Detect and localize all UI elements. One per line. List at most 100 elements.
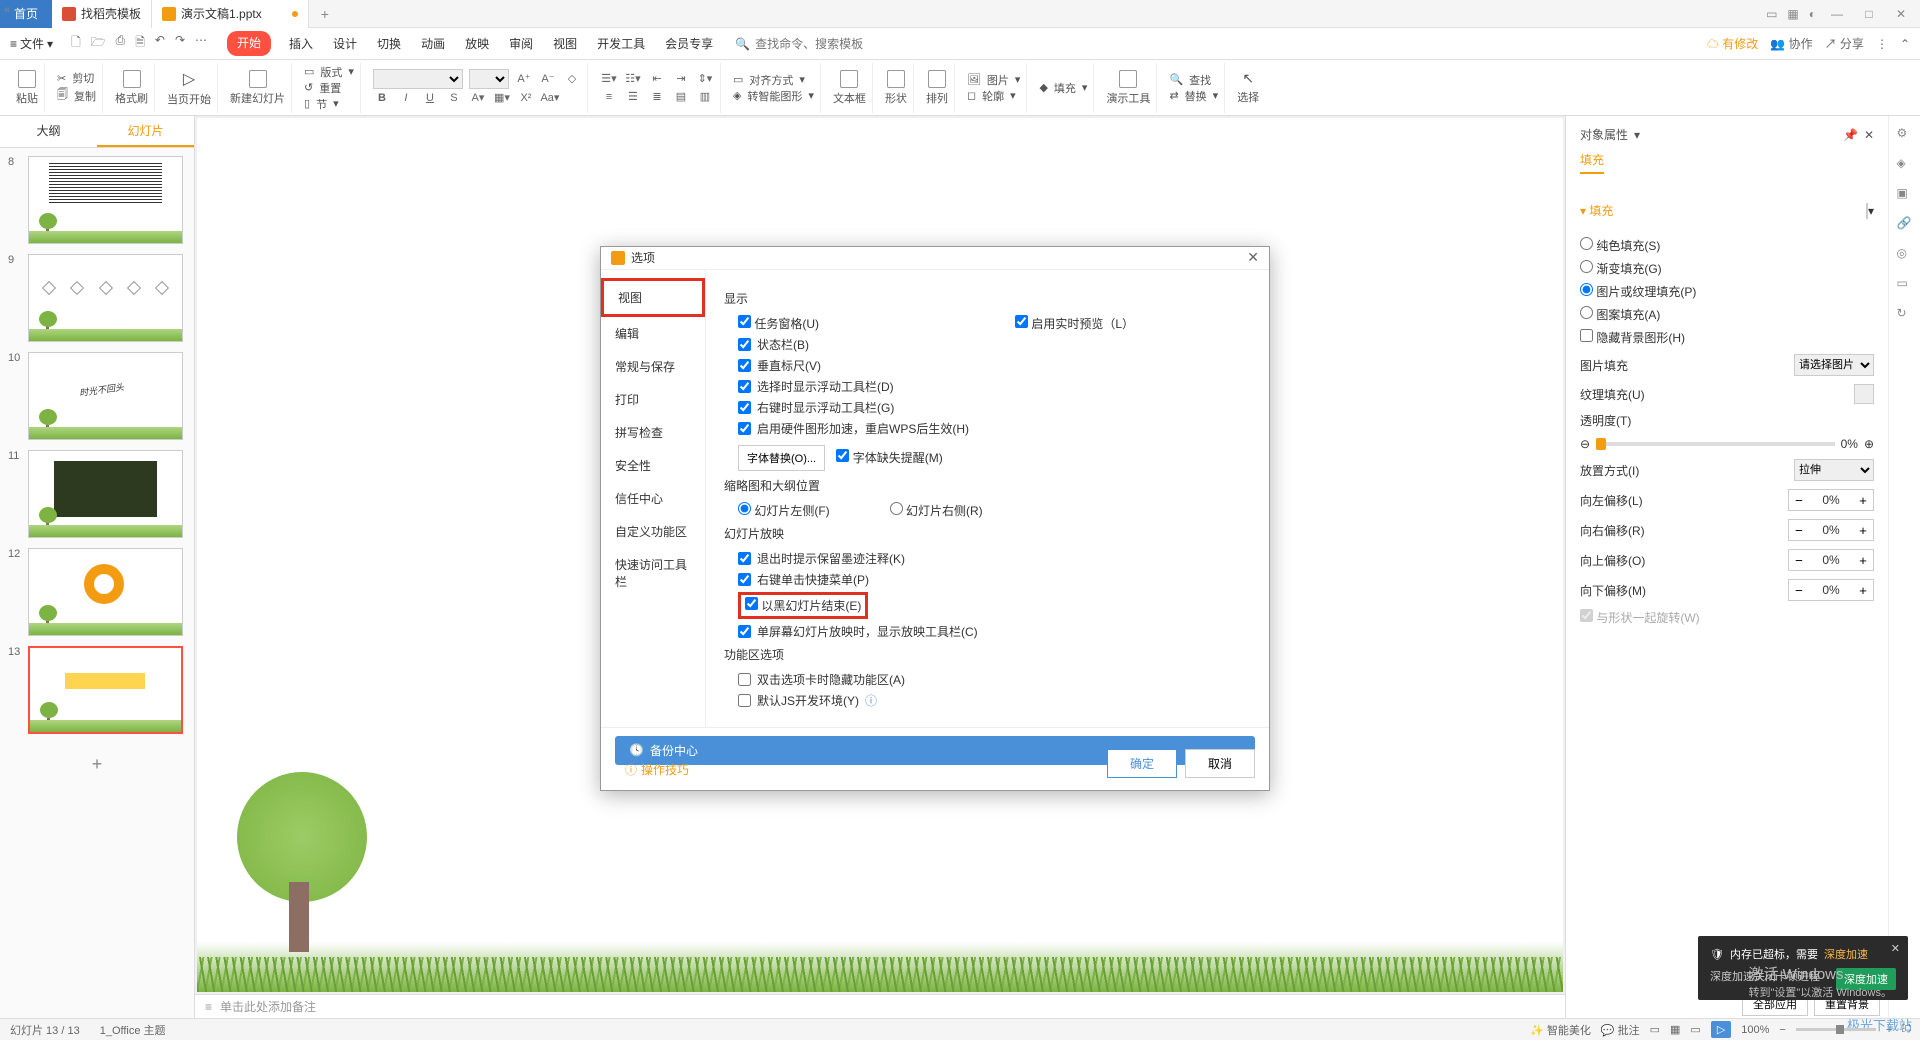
hw-accel-checkbox[interactable]	[738, 422, 751, 435]
slide-item[interactable]: 8	[8, 156, 186, 244]
paste-button[interactable]: 粘贴	[16, 70, 38, 106]
ribbon-tab-dev[interactable]: 开发工具	[595, 31, 647, 56]
number-icon[interactable]: ☷▾	[624, 70, 642, 88]
increase-size-icon[interactable]: A⁺	[515, 70, 533, 88]
ribbon-tab-view[interactable]: 视图	[551, 31, 579, 56]
rt-book-icon[interactable]: ▭	[1897, 276, 1913, 292]
props-close-icon[interactable]: ✕	[1864, 128, 1874, 142]
dialog-side-qat[interactable]: 快速访问工具栏	[601, 548, 705, 598]
more-qat-icon[interactable]: ⋯	[195, 33, 207, 54]
menu-hamburger[interactable]: ≡ 文件 ▾	[10, 35, 53, 52]
texture-swatch[interactable]	[1854, 384, 1874, 404]
open-icon[interactable]: 🗁	[91, 33, 106, 54]
tab-templates[interactable]: 找稻壳模板	[52, 0, 152, 28]
cancel-button[interactable]: 取消	[1185, 749, 1255, 778]
slide-item[interactable]: 10 时光不回头	[8, 352, 186, 440]
superscript-icon[interactable]: X²	[517, 89, 535, 107]
fill-button[interactable]: ◆ 填充 ▾	[1039, 80, 1087, 96]
props-tab-fill[interactable]: 填充	[1580, 151, 1604, 174]
highlight-icon[interactable]: ▦▾	[493, 89, 511, 107]
ribbon-tab-vip[interactable]: 会员专享	[663, 31, 715, 56]
justify-icon[interactable]: ▤	[672, 88, 690, 106]
picture-fill-radio[interactable]: 图片或纹理填充(P)	[1580, 283, 1874, 300]
end-black-checkbox[interactable]	[745, 597, 758, 610]
menu-more-icon[interactable]: ⋮	[1876, 37, 1888, 51]
add-slide-button[interactable]: +	[8, 744, 186, 785]
ribbon-collapse-icon[interactable]: ⌃	[1900, 37, 1910, 51]
font-color-icon[interactable]: A▾	[469, 89, 487, 107]
props-pin-icon[interactable]: 📌	[1843, 128, 1858, 142]
bold-icon[interactable]: B	[373, 89, 391, 107]
panel-collapse-icon[interactable]: «	[4, 4, 10, 16]
slide-list[interactable]: 8 9 10 时光不回头 11 12 13 +	[0, 148, 194, 1018]
tab-slides[interactable]: 幻灯片	[97, 116, 194, 147]
cut-button[interactable]: ✂ 剪切	[57, 70, 94, 86]
solid-fill-radio[interactable]: 纯色填充(S)	[1580, 237, 1874, 254]
shape-button[interactable]: 形状	[885, 70, 907, 106]
notes-button[interactable]: 💬 批注	[1601, 1022, 1640, 1038]
dialog-side-customize[interactable]: 自定义功能区	[601, 515, 705, 548]
command-search[interactable]: 🔍	[735, 37, 875, 51]
change-case-icon[interactable]: Aa▾	[541, 89, 559, 107]
toast-action-button[interactable]: 深度加速	[1836, 968, 1896, 990]
view-normal-icon[interactable]: ▭	[1650, 1023, 1660, 1036]
font-select[interactable]	[373, 69, 463, 89]
ribbon-tab-slideshow[interactable]: 放映	[463, 31, 491, 56]
tab-outline[interactable]: 大纲	[0, 116, 97, 147]
maximize-button[interactable]: □	[1858, 7, 1880, 21]
arrange-button[interactable]: 排列	[926, 70, 948, 106]
info-icon[interactable]: ⓘ	[865, 692, 877, 709]
zoom-in-icon[interactable]: +	[1886, 1024, 1892, 1036]
task-pane-checkbox[interactable]	[738, 315, 751, 328]
find-button[interactable]: 🔍 查找	[1169, 72, 1211, 88]
dialog-side-spell[interactable]: 拼写检查	[601, 416, 705, 449]
dialog-side-trust[interactable]: 信任中心	[601, 482, 705, 515]
dialog-side-view[interactable]: 视图	[601, 278, 705, 317]
float-right-checkbox[interactable]	[738, 401, 751, 414]
user-avatar-icon[interactable]: ◐	[1809, 7, 1816, 21]
decrease-size-icon[interactable]: A⁻	[539, 70, 557, 88]
font-size-select[interactable]	[469, 69, 509, 89]
format-painter-button[interactable]: 格式刷	[115, 70, 148, 106]
rt-settings-icon[interactable]: ⚙	[1897, 126, 1913, 142]
share-button[interactable]: ↗ 分享	[1825, 35, 1864, 52]
print-icon[interactable]: ⎙	[116, 33, 126, 54]
view-sorter-icon[interactable]: ▦	[1670, 1023, 1680, 1036]
dialog-side-security[interactable]: 安全性	[601, 449, 705, 482]
dialog-titlebar[interactable]: 选项 ✕	[601, 247, 1269, 270]
view-slideshow-icon[interactable]: ▷	[1711, 1021, 1731, 1038]
slide-left-radio-label[interactable]: 幻灯片左侧(F)	[738, 502, 830, 519]
strike-icon[interactable]: S	[445, 89, 463, 107]
slide-right-radio-label[interactable]: 幻灯片右侧(R)	[890, 502, 983, 519]
toast-close-icon[interactable]: ✕	[1891, 942, 1900, 955]
search-input[interactable]	[755, 37, 875, 51]
minimize-button[interactable]: —	[1826, 7, 1848, 21]
notes-bar[interactable]: ≡ 单击此处添加备注	[195, 994, 1565, 1018]
slide-right-radio[interactable]	[890, 502, 903, 515]
fill-color-swatch[interactable]	[1866, 203, 1868, 219]
new-slide-button[interactable]: 新建幻灯片	[230, 70, 285, 106]
ribbon-tab-design[interactable]: 设计	[331, 31, 359, 56]
right-menu-checkbox[interactable]	[738, 573, 751, 586]
place-mode-select[interactable]: 拉伸	[1794, 459, 1874, 481]
ribbon-tab-review[interactable]: 审阅	[507, 31, 535, 56]
smart-beautify-button[interactable]: ✨ 智能美化	[1530, 1022, 1591, 1038]
layout-icon[interactable]: ▭	[1766, 7, 1777, 21]
bullet-icon[interactable]: ☰▾	[600, 70, 618, 88]
coop-button[interactable]: 👥 协作	[1770, 35, 1812, 52]
vruler-checkbox[interactable]	[738, 359, 751, 372]
status-bar-checkbox[interactable]	[738, 338, 751, 351]
indent-dec-icon[interactable]: ⇤	[648, 70, 666, 88]
font-missing-checkbox[interactable]	[836, 449, 849, 462]
clear-format-icon[interactable]: ◇	[563, 70, 581, 88]
align-text-button[interactable]: ▭ 对齐方式 ▾	[733, 72, 805, 88]
align-left-icon[interactable]: ≡	[600, 88, 618, 106]
hide-bg-checkbox[interactable]: 隐藏背景图形(H)	[1580, 329, 1874, 346]
ok-button[interactable]: 确定	[1107, 749, 1177, 778]
slide-item[interactable]: 12	[8, 548, 186, 636]
opacity-slider[interactable]	[1596, 442, 1835, 446]
line-spacing-icon[interactable]: ⇕▾	[696, 70, 714, 88]
smart-graphic-button[interactable]: ◈ 转智能图形 ▾	[733, 88, 814, 104]
opacity-inc-icon[interactable]: ⊕	[1864, 437, 1874, 451]
fit-icon[interactable]: ⛶	[1902, 1023, 1910, 1036]
